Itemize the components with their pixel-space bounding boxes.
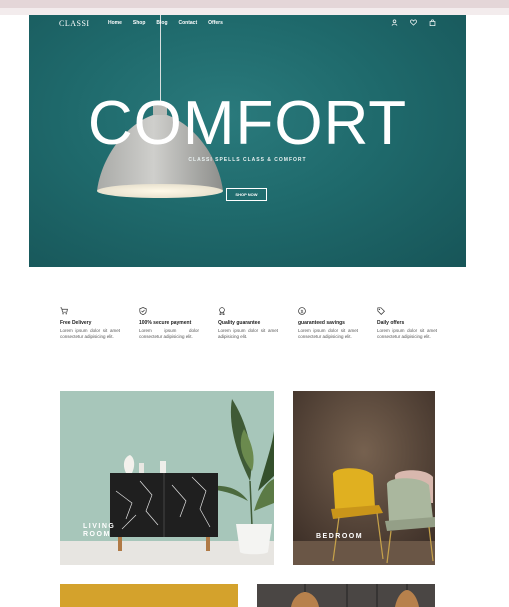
feature-secure-payment: 100% secure payment Lorem ipsum dolor co… [139, 307, 199, 340]
top-navigation: CLASSI Home Shop Blog Contact Offers [29, 15, 466, 33]
bedroom-image [293, 391, 435, 565]
tag-icon [377, 307, 385, 315]
feature-daily-offers: Daily offers Lorem ipsum dolor sit amet … [377, 307, 437, 340]
bag-icon[interactable] [429, 19, 436, 26]
nav-home[interactable]: Home [108, 20, 122, 26]
hero-title: COMFORT [87, 89, 408, 158]
feature-title: Free Delivery [60, 320, 92, 326]
heart-icon[interactable] [410, 19, 417, 26]
nav-offers[interactable]: Offers [208, 20, 223, 26]
feature-quality-guarantee: Quality guarantee Lorem ipsum dolor sit … [218, 307, 278, 340]
bedroom-label: BEDROOM [316, 533, 364, 540]
feature-description: Lorem ipsum dolor sit amet consectetur a… [60, 328, 120, 339]
feature-title: Daily offers [377, 320, 405, 326]
promo-card-lamps[interactable] [257, 584, 435, 607]
feature-title: 100% secure payment [139, 320, 192, 326]
category-card-living-room[interactable]: LIVING ROOM [60, 391, 274, 565]
brand-logo[interactable]: CLASSI [59, 19, 90, 28]
feature-description: Lorem ipsum dolor consectetur adipisicin… [139, 328, 199, 339]
nav-blog[interactable]: Blog [156, 20, 167, 26]
living-room-label: LIVING ROOM [83, 523, 116, 538]
hero-banner: CLASSI Home Shop Blog Contact Offers COM… [29, 15, 466, 267]
shield-icon [139, 307, 147, 315]
user-icon[interactable] [391, 19, 398, 26]
category-card-bedroom[interactable]: BEDROOM [293, 391, 435, 565]
top-strip-lower [0, 8, 509, 15]
promo-card-yellow[interactable] [60, 584, 238, 607]
lamps-image [291, 584, 419, 607]
nav-shop[interactable]: Shop [133, 20, 146, 26]
top-strip [0, 0, 509, 8]
feature-free-delivery: Free Delivery Lorem ipsum dolor sit amet… [60, 307, 120, 340]
feature-title: Quality guarantee [218, 320, 261, 326]
feature-description: Lorem ipsum dolor sit amet consectetur a… [298, 328, 358, 339]
feature-description: Lorem ipsum dolor sit amet consectetur a… [377, 328, 437, 339]
award-icon [219, 307, 225, 315]
feature-guaranteed-savings: $ guaranteed savings Lorem ipsum dolor s… [298, 307, 358, 340]
features-row: Free Delivery Lorem ipsum dolor sit amet… [60, 307, 440, 357]
nav-icons [391, 19, 436, 26]
feature-description: Lorem ipsum dolor sit amet adipisicing e… [218, 328, 278, 339]
hero-tagline: CLASSI SPELLS CLASS & COMFORT [188, 157, 307, 163]
dollar-icon: $ [298, 307, 306, 315]
shop-now-button[interactable]: SHOP NOW [226, 188, 267, 201]
nav-menu: Home Shop Blog Contact Offers [108, 20, 223, 26]
feature-title: guaranteed savings [298, 320, 345, 326]
cart-icon [60, 307, 68, 315]
svg-text:$: $ [301, 309, 304, 315]
nav-contact[interactable]: Contact [179, 20, 198, 26]
